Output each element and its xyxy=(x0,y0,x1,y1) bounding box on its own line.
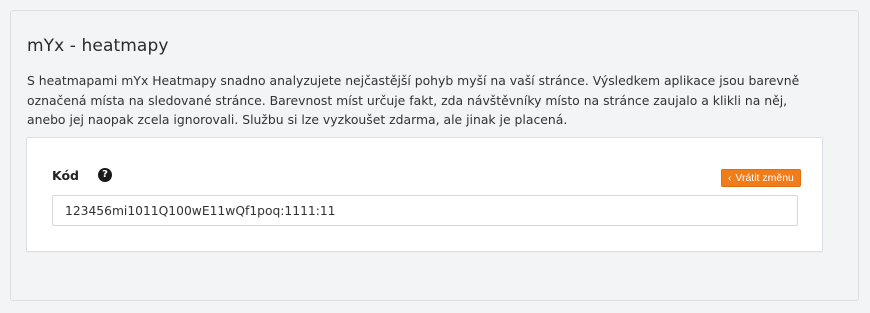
question-circle-icon[interactable]: ? xyxy=(98,168,112,182)
section-title: mYx - heatmapy xyxy=(27,36,169,56)
revert-change-button[interactable]: ‹ Vrátit změnu xyxy=(721,169,801,187)
chevron-left-icon: ‹ xyxy=(728,173,732,184)
code-input[interactable] xyxy=(52,195,798,226)
section-description: S heatmapami mYx Heatmapy snadno analyzu… xyxy=(27,73,800,127)
revert-change-label: Vrátit změnu xyxy=(735,172,794,184)
code-field-label: Kód xyxy=(52,168,80,183)
